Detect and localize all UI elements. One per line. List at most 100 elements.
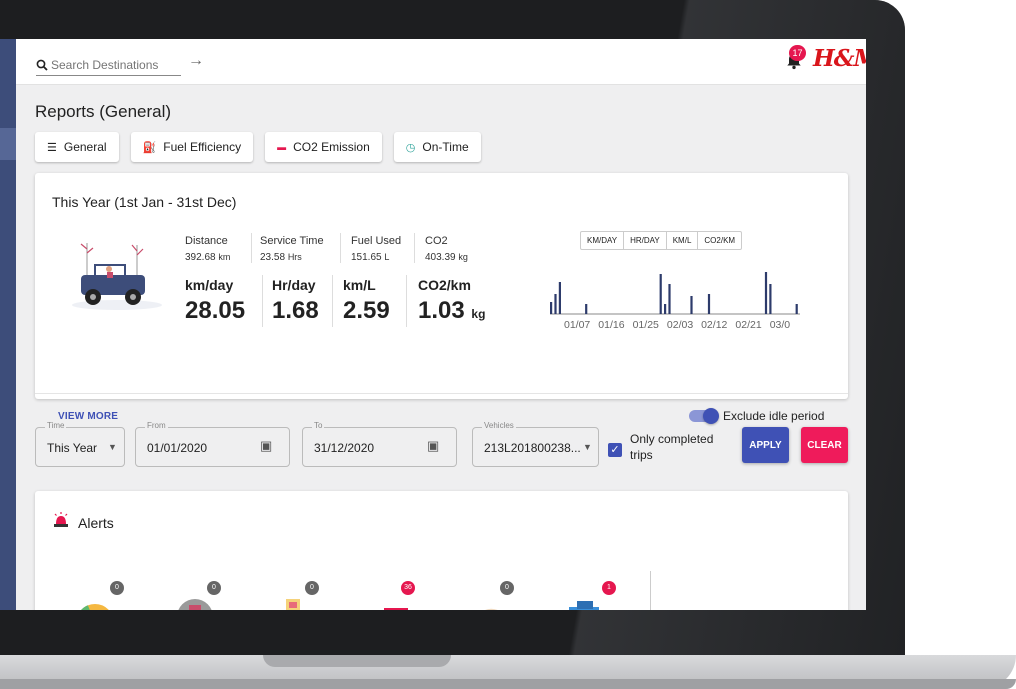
tab-label: General <box>63 140 107 154</box>
tab-label: CO2 Emission <box>293 140 370 154</box>
chart-bar <box>690 296 693 314</box>
sidebar-active-item[interactable] <box>0 128 16 160</box>
alert-badge: 36 <box>401 581 415 595</box>
tab-on-time[interactable]: ◷ On-Time <box>393 132 481 162</box>
field-value: 213L201800238... <box>484 441 581 455</box>
stat-label: Distance <box>185 235 228 247</box>
alerts-card: Alerts 0 0 0 36 0 1 <box>35 491 848 610</box>
co2-per-km-metric: CO2/km 1.03 kg <box>418 277 485 325</box>
brand-logo[interactable]: H&M <box>813 45 866 72</box>
field-legend: Time <box>45 421 67 430</box>
divider <box>251 233 252 263</box>
calendar-icon[interactable]: ▣ <box>260 438 272 454</box>
alert-badge: 1 <box>602 581 616 595</box>
clock-icon: ◷ <box>405 141 416 154</box>
chart-tab-km-day[interactable]: KM/DAY <box>581 232 625 249</box>
vehicles-select[interactable]: Vehicles 213L201800238... ▼ <box>472 421 599 467</box>
time-select[interactable]: Time This Year ▼ <box>35 421 125 467</box>
gauge-alert-icon[interactable] <box>75 583 115 610</box>
arrow-right-icon[interactable]: → <box>188 52 204 70</box>
from-date-field[interactable]: From 01/01/2020 ▣ <box>135 421 290 467</box>
year-summary-card: This Year (1st Jan - 31st Dec) Distance … <box>35 173 848 424</box>
laptop-notch <box>263 655 451 667</box>
chart-tab-co2-km[interactable]: CO2/KM <box>698 232 741 249</box>
view-more-link[interactable]: VIEW MORE <box>58 411 118 422</box>
stat-label: Fuel Used <box>351 235 402 247</box>
stat-value: 151.65 L <box>351 252 390 263</box>
alert-badge: 0 <box>305 581 319 595</box>
search-icon <box>36 59 48 71</box>
chart-tick-label: 01/16 <box>598 319 624 330</box>
stat-value: 23.58 Hrs <box>260 252 302 263</box>
card-title: This Year (1st Jan - 31st Dec) <box>52 194 237 210</box>
alert-badge: 0 <box>207 581 221 595</box>
divider <box>332 275 333 327</box>
chart-bar <box>668 284 671 314</box>
only-completed-checkbox[interactable]: ✓ <box>608 443 622 457</box>
app-screen: → 17 H&M Reports (General) ☰ General ⛽ Fue… <box>0 39 866 610</box>
to-date-field[interactable]: To 31/12/2020 ▣ <box>302 421 457 467</box>
chart-tick-label: 01/07 <box>564 319 590 330</box>
divider <box>414 233 415 263</box>
notification-badge: 17 <box>789 45 806 61</box>
stat-value: 392.68 km <box>185 252 231 263</box>
tab-fuel-efficiency[interactable]: ⛽ Fuel Efficiency <box>130 132 254 162</box>
chevron-down-icon: ▼ <box>108 442 117 452</box>
exclude-idle-toggle[interactable] <box>689 408 719 424</box>
alert-badge: 0 <box>110 581 124 595</box>
chart-tick-label: 01/25 <box>633 319 659 330</box>
clear-button[interactable]: CLEAR <box>801 427 848 463</box>
trend-bar-chart: 01/07 01/16 01/25 02/03 02/12 02/21 03/0 <box>550 272 800 330</box>
report-tabs: ☰ General ⛽ Fuel Efficiency ▬ CO2 Emission … <box>35 132 481 162</box>
metric-label: Hr/day <box>272 277 316 293</box>
chart-bar <box>664 304 667 314</box>
chart-tab-hr-day[interactable]: HR/DAY <box>624 232 667 249</box>
metric-value: 2.59 <box>343 297 390 324</box>
search-input[interactable] <box>51 57 171 72</box>
calendar-icon[interactable]: ▣ <box>427 438 439 454</box>
chart-bar <box>585 304 588 314</box>
chevron-down-icon: ▼ <box>583 442 592 452</box>
exclude-idle-label: Exclude idle period <box>723 409 825 423</box>
metric-label: CO2/km <box>418 277 471 293</box>
chart-bar <box>764 272 768 314</box>
chart-tick-label: 02/12 <box>701 319 727 330</box>
chart-bar <box>707 294 711 314</box>
laptop-base-edge <box>0 679 1016 689</box>
page-title: Reports (General) <box>35 102 172 121</box>
tab-co2-emission[interactable]: ▬ CO2 Emission <box>265 132 382 162</box>
stat-label: Service Time <box>260 235 324 247</box>
service-time-stat: Service Time 23.58 Hrs <box>260 235 324 263</box>
apply-button[interactable]: APPLY <box>742 427 789 463</box>
alerts-divider <box>650 571 651 610</box>
chart-tab-km-l[interactable]: KM/L <box>667 232 699 249</box>
chart-metric-tabs: KM/DAY HR/DAY KM/L CO2/KM <box>580 231 743 250</box>
top-bar: → 17 H&M <box>16 39 866 85</box>
card-divider <box>35 393 848 394</box>
truck-alert-icon[interactable] <box>565 583 605 610</box>
chart-bar <box>550 302 553 314</box>
chart-tick-label: 03/0 <box>770 319 791 330</box>
tab-general[interactable]: ☰ General <box>35 132 119 162</box>
tab-label: On-Time <box>422 140 469 154</box>
field-legend: Vehicles <box>482 421 516 430</box>
siren-icon <box>54 512 68 527</box>
chart-bar <box>659 274 662 314</box>
chart-bar <box>769 284 772 314</box>
search-bar[interactable] <box>36 54 181 76</box>
alerts-title: Alerts <box>78 515 114 531</box>
fuel-used-stat: Fuel Used 151.65 L <box>351 235 401 263</box>
field-legend: To <box>312 421 325 430</box>
menu-icon: ☰ <box>47 141 57 154</box>
km-per-l-metric: km/L 2.59 <box>343 277 390 325</box>
car-icon: ▬ <box>277 142 287 152</box>
stat-label: CO2 <box>425 235 448 247</box>
divider <box>262 275 263 327</box>
toggle-knob <box>703 408 719 424</box>
chart-bar <box>795 304 798 314</box>
hr-per-day-metric: Hr/day 1.68 <box>272 277 319 325</box>
field-value: 31/12/2020 <box>314 441 375 455</box>
field-value: This Year <box>47 441 98 455</box>
divider <box>406 275 407 327</box>
km-per-day-metric: km/day 28.05 <box>185 277 245 325</box>
